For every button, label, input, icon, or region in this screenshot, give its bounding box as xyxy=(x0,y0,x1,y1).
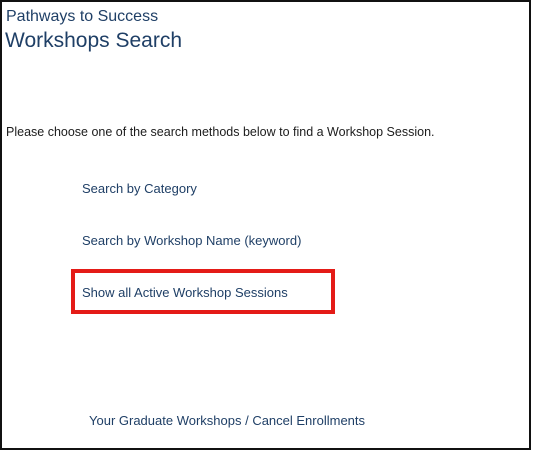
page-frame xyxy=(0,0,531,450)
show-all-active-sessions-link[interactable]: Show all Active Workshop Sessions xyxy=(82,285,288,300)
breadcrumb[interactable]: Pathways to Success xyxy=(6,8,158,26)
search-by-category-link[interactable]: Search by Category xyxy=(82,181,197,196)
search-instruction-text: Please choose one of the search methods … xyxy=(6,125,435,139)
your-workshops-cancel-enrollments-link[interactable]: Your Graduate Workshops / Cancel Enrollm… xyxy=(89,413,365,428)
search-by-workshop-name-link[interactable]: Search by Workshop Name (keyword) xyxy=(82,233,301,248)
page-title: Workshops Search xyxy=(5,29,183,52)
